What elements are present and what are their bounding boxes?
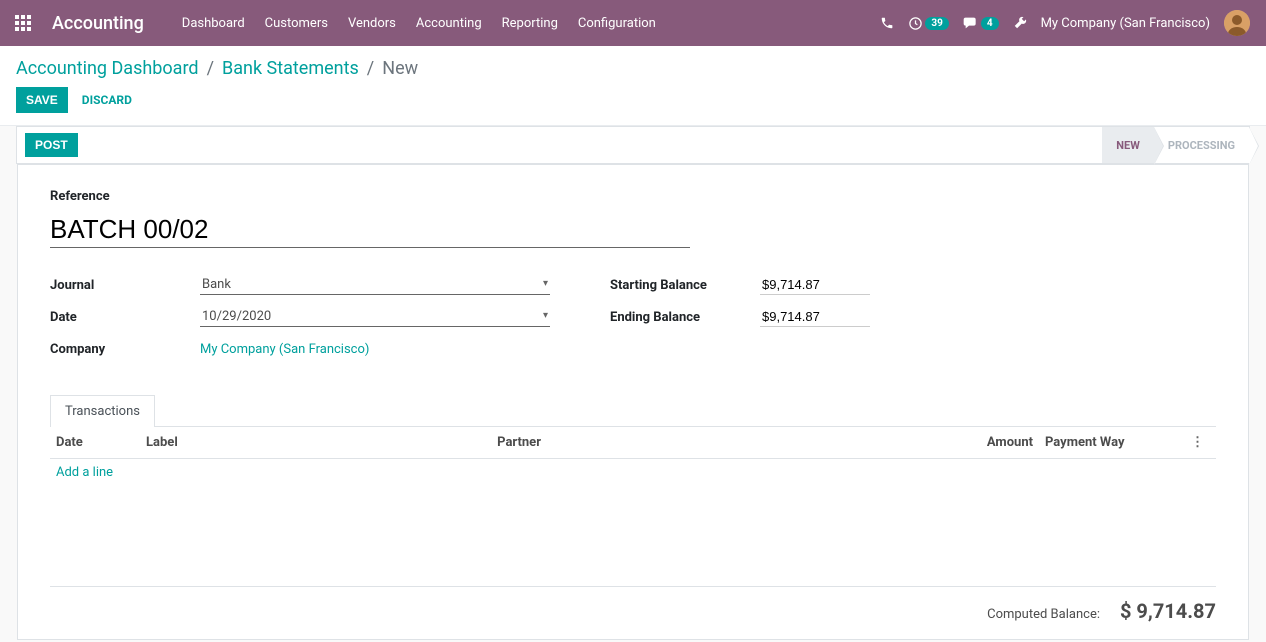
breadcrumb-dashboard[interactable]: Accounting Dashboard [16,58,199,79]
discard-button[interactable]: Discard [82,93,132,107]
status-processing[interactable]: Processing [1154,127,1249,163]
reference-input[interactable] [50,210,690,248]
user-menu[interactable] [1224,10,1250,36]
add-line-button[interactable]: Add a line [56,465,113,480]
status-bar: Post New Processing [16,126,1250,164]
wrench-icon [1013,16,1027,30]
post-button[interactable]: Post [25,133,78,157]
activities-button[interactable]: 39 [908,16,948,31]
table-footer: Computed Balance: $ 9,714.87 [50,586,1216,623]
main-menu: Dashboard Customers Vendors Accounting R… [172,2,666,45]
col-date: Date [50,427,140,459]
tab-transactions[interactable]: Transactions [50,395,155,427]
voip-button[interactable] [880,16,894,30]
messages-badge: 4 [981,17,999,30]
col-payment-way: Payment Way [1039,427,1179,459]
starting-balance-label: Starting Balance [610,278,760,293]
breadcrumb-current: New [382,58,418,79]
breadcrumb-separator: / [367,58,374,79]
status-new[interactable]: New [1102,127,1154,163]
starting-balance-input[interactable] [760,275,870,295]
action-buttons: Save Discard [16,87,1250,125]
computed-balance-label: Computed Balance: [987,607,1100,622]
notebook-tabs: Transactions [50,394,1216,427]
systray: 39 4 My Company (San Francisco) [880,10,1250,36]
status-steps: New Processing [1102,127,1249,163]
form-right-column: Starting Balance Ending Balance [610,272,1110,368]
messages-button[interactable]: 4 [963,16,999,30]
nav-dashboard[interactable]: Dashboard [172,2,255,45]
company-link[interactable]: My Company (San Francisco) [200,342,369,357]
reference-label: Reference [50,189,1216,204]
nav-vendors[interactable]: Vendors [338,2,406,45]
form-left-column: Journal Bank ▾ Date 10/29/2020 ▾ [50,272,550,368]
col-label: Label [140,427,491,459]
transactions-table: Date Label Partner Amount Payment Way ⋮ … [50,427,1216,486]
journal-label: Journal [50,278,200,293]
company-label: Company [50,342,200,357]
col-partner: Partner [491,427,939,459]
comments-icon [963,16,979,30]
table-options-button[interactable]: ⋮ [1185,435,1210,450]
breadcrumb-separator: / [207,58,214,79]
app-title[interactable]: Accounting [52,13,144,34]
date-input[interactable]: 10/29/2020 ▾ [200,307,550,327]
caret-down-icon: ▾ [543,278,548,289]
control-panel: Accounting Dashboard / Bank Statements /… [0,46,1266,126]
save-button[interactable]: Save [16,87,68,113]
journal-select[interactable]: Bank ▾ [200,275,550,295]
nav-reporting[interactable]: Reporting [492,2,568,45]
ending-balance-label: Ending Balance [610,310,760,325]
company-switcher[interactable]: My Company (San Francisco) [1041,16,1210,31]
date-value: 10/29/2020 [202,309,271,324]
date-label: Date [50,310,200,325]
col-amount: Amount [939,427,1039,459]
top-navbar: Accounting Dashboard Customers Vendors A… [0,0,1266,46]
user-avatar-icon [1224,10,1250,36]
computed-balance-value: $ 9,714.87 [1120,599,1216,623]
nav-configuration[interactable]: Configuration [568,2,666,45]
ending-balance-input[interactable] [760,307,870,327]
form-sheet: Reference Journal Bank ▾ Date [17,164,1249,640]
journal-value: Bank [202,277,231,292]
caret-down-icon: ▾ [543,310,548,321]
nav-customers[interactable]: Customers [255,2,338,45]
activities-badge: 39 [925,17,948,30]
debug-button[interactable] [1013,16,1027,30]
apps-grid-icon [15,15,31,31]
phone-icon [880,16,894,30]
breadcrumb-bank-statements[interactable]: Bank Statements [222,58,359,79]
apps-menu-button[interactable] [0,0,46,46]
nav-accounting[interactable]: Accounting [406,2,492,45]
breadcrumb: Accounting Dashboard / Bank Statements /… [16,58,1250,79]
clock-icon [908,16,923,31]
